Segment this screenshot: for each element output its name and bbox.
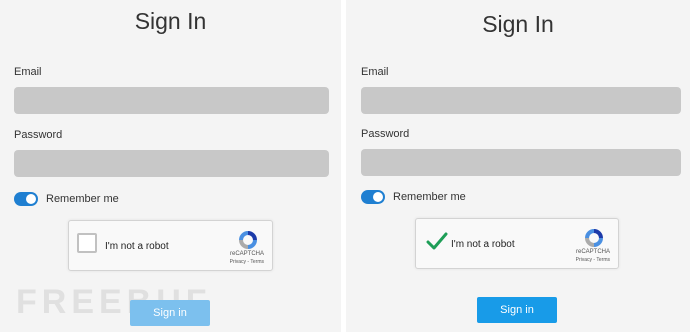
recaptcha-logo-icon	[239, 231, 257, 249]
sign-in-button[interactable]: Sign in	[477, 297, 557, 323]
page-title: Sign In	[134, 8, 207, 34]
remember-me-label: Remember me	[393, 191, 466, 203]
password-field[interactable]	[361, 149, 681, 176]
remember-me-toggle[interactable]	[14, 192, 38, 206]
recaptcha-widget: I'm not a robot reCAPTCHA Privacy - Term…	[68, 220, 273, 271]
recaptcha-logo-icon	[585, 229, 603, 247]
recaptcha-brand: reCAPTCHA	[575, 249, 610, 255]
password-field[interactable]	[14, 150, 329, 177]
remember-me-toggle[interactable]	[361, 190, 385, 204]
recaptcha-text: I'm not a robot	[105, 241, 169, 252]
recaptcha-widget: I'm not a robot reCAPTCHA Privacy - Term…	[415, 218, 619, 269]
remember-me-label: Remember me	[46, 193, 119, 205]
sign-in-button[interactable]: Sign in	[130, 300, 210, 326]
email-label: Email	[361, 66, 389, 78]
toggle-knob	[373, 192, 383, 202]
email-label: Email	[14, 66, 42, 78]
checkmark-icon[interactable]	[426, 231, 448, 251]
recaptcha-links[interactable]: Privacy - Terms	[576, 257, 610, 263]
recaptcha-text: I'm not a robot	[451, 239, 515, 250]
sign-in-panel-unchecked: Sign In Email Password Remember me I'm n…	[0, 0, 341, 332]
recaptcha-checkbox[interactable]	[77, 233, 97, 253]
recaptcha-links[interactable]: Privacy - Terms	[230, 259, 264, 265]
email-field[interactable]	[361, 87, 681, 114]
toggle-knob	[26, 194, 36, 204]
password-label: Password	[14, 129, 63, 141]
recaptcha-brand: reCAPTCHA	[229, 251, 264, 257]
page-title: Sign In	[482, 11, 554, 37]
email-field[interactable]	[14, 87, 329, 114]
password-label: Password	[361, 128, 410, 140]
sign-in-panel-checked: Sign In Email Password Remember me I'm n…	[346, 0, 690, 332]
